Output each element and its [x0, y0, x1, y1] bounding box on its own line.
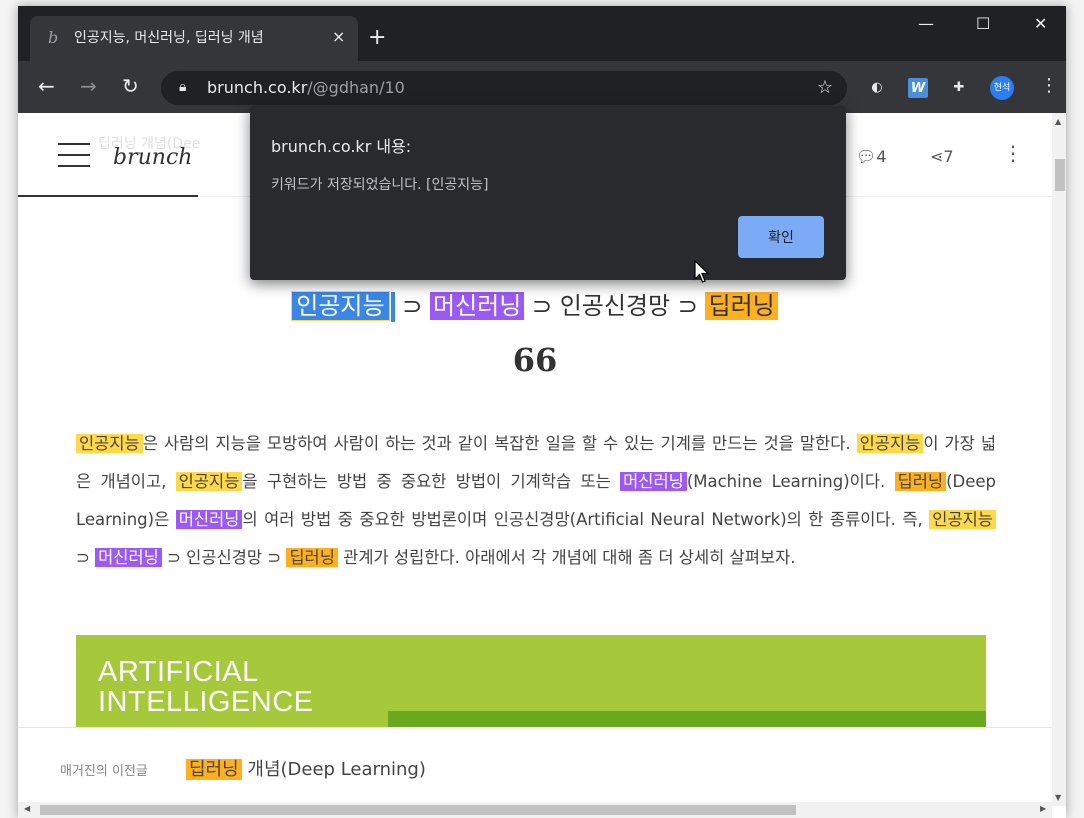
heading-term-dl[interactable]: 딥러닝 — [705, 292, 778, 320]
minimize-button[interactable]: — — [918, 14, 934, 34]
tab-close-icon[interactable]: × — [332, 28, 345, 46]
close-window-button[interactable]: ✕ — [1034, 14, 1047, 34]
mouse-cursor-icon — [694, 260, 710, 283]
vertical-scrollbar[interactable]: ▲ ▼ — [1052, 113, 1066, 806]
prev-article-label: 매거진의 이전글 — [60, 764, 148, 779]
para-text: (Machine Learning)이다. — [686, 472, 895, 491]
vertical-scroll-thumb[interactable] — [1055, 159, 1065, 191]
para-text: 은 사람의 지능을 모방하여 사람이 하는 것과 같이 복잡한 일을 할 수 있… — [142, 434, 857, 453]
hamburger-menu-icon[interactable] — [58, 143, 90, 167]
para-text: 관계가 성립한다. 아래에서 각 개념에 대해 좀 더 상세히 살펴보자. — [337, 548, 796, 567]
w-extension-icon[interactable]: W — [908, 78, 928, 98]
dialog-ok-button[interactable]: 확인 — [738, 216, 824, 258]
quote-mark: 66 — [512, 341, 558, 379]
scroll-left-arrow-icon[interactable]: ◀ — [24, 804, 30, 813]
keyword-ai[interactable]: 인공지능 — [175, 472, 243, 491]
heading-term-ai-selected[interactable]: 인공지능 — [291, 291, 390, 321]
heading-text-nn: ⊃ 인공신경망 ⊃ — [531, 292, 698, 320]
selection-caret — [390, 292, 395, 322]
para-text: 의 여러 방법 중 중요한 방법론이며 인공신경망(Artificial Neu… — [242, 510, 930, 529]
puzzle-extensions-icon[interactable]: ✚ — [948, 77, 970, 99]
tab-strip: b 인공지능, 머신러닝, 딥러닝 개념 × + — ☐ ✕ — [18, 6, 1066, 61]
more-options-icon[interactable]: ⋮ — [1003, 143, 1023, 163]
address-bar[interactable]: 🔒︎ brunch.co.kr/@gdhan/10 ☆ — [161, 71, 847, 105]
dialog-message: 키워드가 저장되었습니다. [인공지능] — [271, 177, 489, 193]
share-button[interactable]: ⋖7 — [930, 147, 954, 166]
browser-window: b 인공지능, 머신러닝, 딥러닝 개념 × + — ☐ ✕ ← → ↻ 🔒︎ … — [18, 6, 1066, 818]
dialog-title: brunch.co.kr 내용: — [271, 137, 412, 156]
keyword-dl[interactable]: 딥러닝 — [286, 548, 338, 567]
alert-dialog: brunch.co.kr 내용: 키워드가 저장되었습니다. [인공지능] 확인 — [250, 106, 846, 280]
ai-diagram-image: ARTIFICIAL INTELLIGENCE — [76, 635, 986, 735]
star-icon[interactable]: ☆ — [817, 77, 833, 98]
para-text: ⊃ — [76, 548, 96, 567]
share-icon: ⋖ — [930, 147, 944, 166]
reload-icon[interactable]: ↻ — [122, 75, 139, 97]
forward-icon[interactable]: → — [80, 75, 97, 97]
scroll-up-arrow-icon[interactable]: ▲ — [1055, 117, 1061, 126]
prev-article-bar[interactable]: 매거진의 이전글 딥러닝 개념(Deep Learning) — [18, 727, 1052, 806]
keyword-ai[interactable]: 인공지능 — [76, 434, 143, 453]
maximize-button[interactable]: ☐ — [976, 14, 990, 34]
brunch-logo[interactable]: brunch — [113, 145, 192, 170]
keyword-ai[interactable]: 인공지능 — [929, 510, 996, 529]
comments-count: 4 — [876, 147, 887, 166]
ai-image-title: ARTIFICIAL INTELLIGENCE — [98, 656, 314, 718]
new-tab-button[interactable]: + — [368, 26, 386, 50]
dark-mode-extension-icon[interactable]: ◐ — [866, 77, 888, 99]
article-heading: 인공지능 ⊃ 머신러닝 ⊃ 인공신경망 ⊃ 딥러닝 — [18, 289, 1052, 323]
lock-icon[interactable]: 🔒︎ — [179, 79, 186, 95]
url-text[interactable]: brunch.co.kr/@gdhan/10 — [207, 79, 405, 97]
tab-active[interactable]: b 인공지능, 머신러닝, 딥러닝 개념 × — [30, 16, 358, 61]
scroll-right-arrow-icon[interactable]: ▶ — [1040, 804, 1046, 813]
comments-button[interactable]: 💬︎4 — [856, 147, 887, 166]
keyword-dl[interactable]: 딥러닝 — [186, 759, 242, 780]
keyword-ai[interactable]: 인공지능 — [856, 434, 924, 453]
heading-term-ml[interactable]: 머신러닝 — [429, 292, 525, 320]
scroll-down-arrow-icon[interactable]: ▼ — [1055, 793, 1061, 802]
profile-avatar[interactable]: 현석 — [990, 76, 1014, 100]
keyword-ml[interactable]: 머신러닝 — [620, 472, 687, 491]
horizontal-scroll-thumb[interactable] — [40, 805, 796, 815]
keyword-ml[interactable]: 머신러닝 — [95, 548, 162, 567]
prev-article-link[interactable]: 딥러닝 개념(Deep Learning) — [186, 755, 426, 781]
brand-underline — [18, 195, 198, 197]
horizontal-scrollbar[interactable]: ◀ ▶ — [18, 802, 1052, 818]
menu-dots-icon[interactable]: ⋮ — [1040, 75, 1058, 97]
comment-icon: 💬︎ — [856, 147, 877, 166]
shares-count: 7 — [943, 147, 954, 166]
para-text: 을 구현하는 방법 중 중요한 방법이 기계학습 또는 — [242, 472, 621, 491]
tab-title: 인공지능, 머신러닝, 딥러닝 개념 — [74, 30, 264, 46]
keyword-dl[interactable]: 딥러닝 — [894, 472, 947, 491]
article-paragraph: 인공지능 은 사람의 지능을 모방하여 사람이 하는 것과 같이 복잡한 일을 할… — [76, 425, 996, 577]
back-icon[interactable]: ← — [38, 75, 55, 97]
heading-superset-symbol: ⊃ — [402, 292, 423, 320]
keyword-ml[interactable]: 머신러닝 — [175, 510, 243, 529]
para-text: ⊃ 인공신경망 ⊃ — [161, 548, 287, 567]
brunch-favicon-icon: b — [48, 28, 59, 47]
